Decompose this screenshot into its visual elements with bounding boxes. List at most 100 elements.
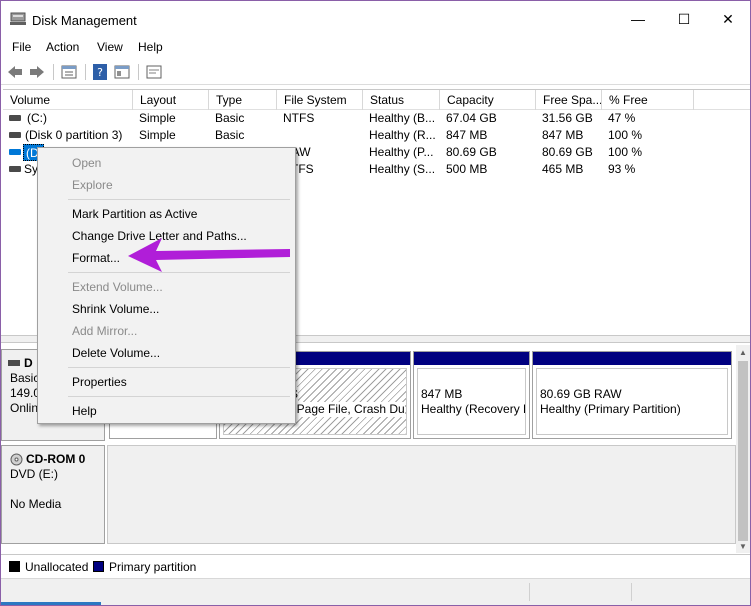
scroll-down-icon[interactable]: ▼: [736, 539, 750, 553]
svg-text:?: ?: [97, 66, 103, 79]
menu-view[interactable]: View: [97, 40, 123, 54]
col-capacity[interactable]: Capacity: [440, 90, 536, 110]
menu-separator: [68, 396, 290, 397]
grid-view-icon: [114, 65, 130, 79]
volume-percent-free: 100 %: [608, 128, 643, 142]
table-row[interactable]: (C:) Simple Basic NTFS Healthy (B... 67.…: [3, 110, 750, 127]
menu-delete-volume[interactable]: Delete Volume...: [72, 346, 160, 360]
menu-bar: File Action View Help: [1, 37, 750, 57]
menu-properties[interactable]: Properties: [72, 375, 127, 389]
cdrom-0-media: No Media: [10, 497, 62, 511]
minimize-icon: —: [631, 11, 645, 27]
vertical-scrollbar[interactable]: ▲ ▼: [736, 345, 750, 553]
back-button[interactable]: [6, 63, 24, 81]
help-icon: ?: [93, 64, 107, 80]
col-percent-free[interactable]: % Free: [602, 90, 694, 110]
col-volume[interactable]: Volume: [3, 90, 133, 110]
annotation-arrow-icon: [128, 238, 290, 272]
menu-help[interactable]: Help: [138, 40, 163, 54]
partition-bar: [414, 352, 529, 365]
toolbar-separator: [85, 64, 86, 80]
volume-status: Healthy (R...: [369, 128, 436, 142]
scrollbar-thumb[interactable]: [738, 361, 748, 541]
menu-explore: Explore: [72, 178, 113, 192]
drive-icon: [9, 149, 21, 155]
partition-c-line2: , Page File, Crash Du: [290, 402, 405, 417]
cdrom-0-spacer: [10, 482, 104, 497]
toolbar-separator: [138, 64, 139, 80]
back-icon: [8, 66, 22, 78]
volume-percent-free: 93 %: [608, 162, 636, 176]
maximize-button[interactable]: ☐: [661, 1, 707, 37]
volume-layout: Simple: [139, 128, 176, 142]
primary-partition-swatch: [93, 561, 104, 572]
volume-free-space: 847 MB: [542, 128, 584, 142]
cdrom-0-area[interactable]: [107, 445, 736, 544]
properties-view-button[interactable]: [60, 63, 78, 81]
disk-icon: [8, 360, 20, 366]
context-menu: Open Explore Mark Partition as Active Ch…: [37, 147, 296, 424]
close-icon: ✕: [722, 10, 734, 27]
volume-capacity: 847 MB: [446, 128, 488, 142]
volume-file-system: NTFS: [283, 111, 315, 125]
legend: Unallocated Primary partition: [1, 554, 750, 578]
grid-view-button[interactable]: [113, 63, 131, 81]
menu-open: Open: [72, 156, 102, 170]
scroll-up-icon[interactable]: ▲: [736, 345, 750, 359]
partition-recovery-inner: 847 MB Healthy (Recovery P: [417, 368, 526, 435]
partition-raw[interactable]: 80.69 GB RAW Healthy (Primary Partition): [532, 351, 732, 439]
close-button[interactable]: ✕: [705, 1, 750, 37]
progress-accent: [1, 602, 101, 605]
volume-status: Healthy (B...: [369, 111, 436, 125]
cdrom-0-label[interactable]: CD-ROM 0 DVD (E:) No Media: [1, 445, 105, 544]
volume-status: Healthy (S...: [369, 162, 436, 176]
volume-name: (C:): [27, 111, 47, 125]
status-divider: [631, 583, 632, 601]
volume-percent-free: 47 %: [608, 111, 636, 125]
partition-recovery-status: Healthy (Recovery P: [421, 402, 526, 416]
properties-view-icon: [61, 65, 77, 79]
cdrom-icon: [10, 453, 23, 466]
volume-type: Basic: [215, 111, 245, 125]
help-button[interactable]: ?: [92, 63, 108, 81]
menu-mark-partition-active[interactable]: Mark Partition as Active: [72, 207, 197, 221]
forward-button[interactable]: [28, 63, 46, 81]
col-status[interactable]: Status: [363, 90, 440, 110]
console-icon: [146, 65, 162, 79]
volume-type: Basic: [215, 128, 245, 142]
menu-extend-volume: Extend Volume...: [72, 280, 163, 294]
menu-separator: [68, 199, 290, 200]
volume-capacity: 80.69 GB: [446, 145, 497, 159]
partition-bar: [533, 352, 731, 365]
legend-primary-partition: Primary partition: [109, 560, 197, 574]
menu-action[interactable]: Action: [46, 40, 79, 54]
forward-icon: [30, 66, 44, 78]
cdrom-0-name: CD-ROM 0: [26, 452, 86, 466]
menu-file[interactable]: File: [12, 40, 31, 54]
partition-raw-status: Healthy (Primary Partition): [540, 402, 681, 416]
drive-icon: [9, 132, 21, 138]
partition-recovery[interactable]: 847 MB Healthy (Recovery P: [413, 351, 530, 439]
col-file-system[interactable]: File System: [277, 90, 363, 110]
drive-icon: [9, 115, 21, 121]
disk-0-name: D: [24, 356, 33, 370]
unallocated-swatch: [9, 561, 20, 572]
list-header: Volume Layout Type File System Status Ca…: [3, 90, 750, 110]
toolbar-separator: [53, 64, 54, 80]
cdrom-0-type: DVD (E:): [10, 467, 58, 481]
col-layout[interactable]: Layout: [133, 90, 209, 110]
volume-name: (Disk 0 partition 3): [25, 128, 123, 142]
console-button[interactable]: [145, 63, 163, 81]
table-row[interactable]: (Disk 0 partition 3) Simple Basic Health…: [3, 127, 750, 144]
menu-format[interactable]: Format...: [72, 251, 120, 265]
col-type[interactable]: Type: [209, 90, 277, 110]
partition-raw-size: 80.69 GB RAW: [540, 387, 622, 401]
menu-help[interactable]: Help: [72, 404, 97, 418]
volume-capacity: 500 MB: [446, 162, 488, 176]
col-free-space[interactable]: Free Spa...: [536, 90, 602, 110]
volume-free-space: 465 MB: [542, 162, 584, 176]
drive-icon: [9, 166, 21, 172]
menu-shrink-volume[interactable]: Shrink Volume...: [72, 302, 159, 316]
minimize-button[interactable]: —: [615, 1, 661, 37]
status-bar: [1, 578, 750, 605]
